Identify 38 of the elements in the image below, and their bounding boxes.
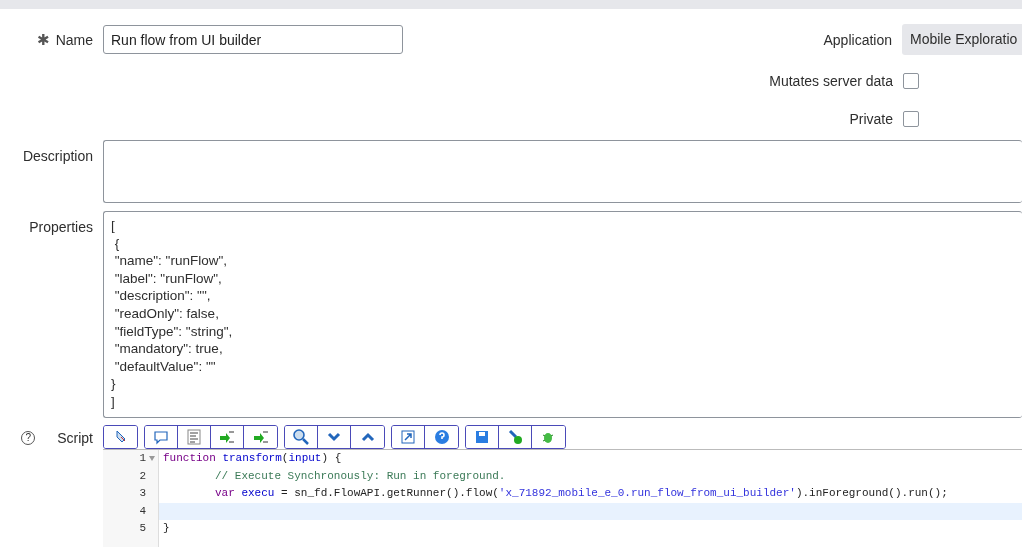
search-icon — [292, 428, 310, 446]
line-number: 2 — [139, 468, 146, 484]
properties-field[interactable]: [ { "name": "runFlow", "label": "runFlow", "description": "", "readOnly": false, "fieldType": "string", "mandatory": true, "defaultValue": "" } ] — [103, 211, 1022, 418]
description-field[interactable] — [103, 140, 1022, 203]
code-editor[interactable]: 1 function transform(input) { 2 // Execute Synchronously: Run in foreground. 3 var execu = sn_fd.FlowAPI.getRunner().flow('x_71892_mobile_e_0.run_flow_from_ui_builder').inForeground().run(); 4 5 } — [103, 450, 1022, 547]
comment-icon — [152, 428, 170, 446]
field-label: Description — [22, 148, 93, 164]
field-label: Name — [55, 31, 93, 48]
field-label: Properties — [29, 219, 93, 235]
format-icon — [185, 428, 203, 446]
checkbox[interactable] — [903, 73, 919, 89]
name-field[interactable]: Run flow from UI builder — [103, 25, 403, 54]
help-icon — [432, 428, 451, 446]
field-label: Script — [57, 430, 93, 446]
script-include-button[interactable] — [104, 426, 137, 448]
code-line: var execu = sn_fd.FlowAPI.getRunner().flow('x_71892_mobile_e_0.run_flow_from_ui_builder').inForeground().run(); — [214, 486, 949, 501]
required-mark: ✱ — [36, 30, 50, 49]
code-line: // Execute Synchronously: Run in foreground. — [214, 468, 507, 484]
line-number: 5 — [139, 521, 146, 536]
application-field[interactable]: Mobile Exploratio — [902, 24, 1022, 55]
field-label: Application — [823, 31, 892, 48]
fold-icon[interactable] — [149, 456, 155, 462]
save-button[interactable] — [466, 426, 499, 448]
replace-icon — [218, 428, 236, 446]
checkbox-label: Mutates server data — [769, 73, 893, 89]
checkbox-label: Private — [849, 111, 893, 127]
code-line: function transform(input) { — [162, 451, 343, 466]
search-button[interactable] — [285, 426, 318, 448]
fullscreen-icon — [399, 428, 417, 446]
code-line: } — [162, 521, 171, 536]
checkbox[interactable] — [903, 111, 919, 127]
fullscreen-button[interactable] — [392, 426, 425, 448]
line-number: 4 — [139, 503, 146, 519]
save-icon — [473, 428, 491, 446]
line-number: 3 — [139, 486, 146, 501]
replace-all-icon — [251, 428, 270, 446]
comment-button[interactable] — [145, 426, 178, 448]
line-number: 1 — [139, 451, 146, 466]
